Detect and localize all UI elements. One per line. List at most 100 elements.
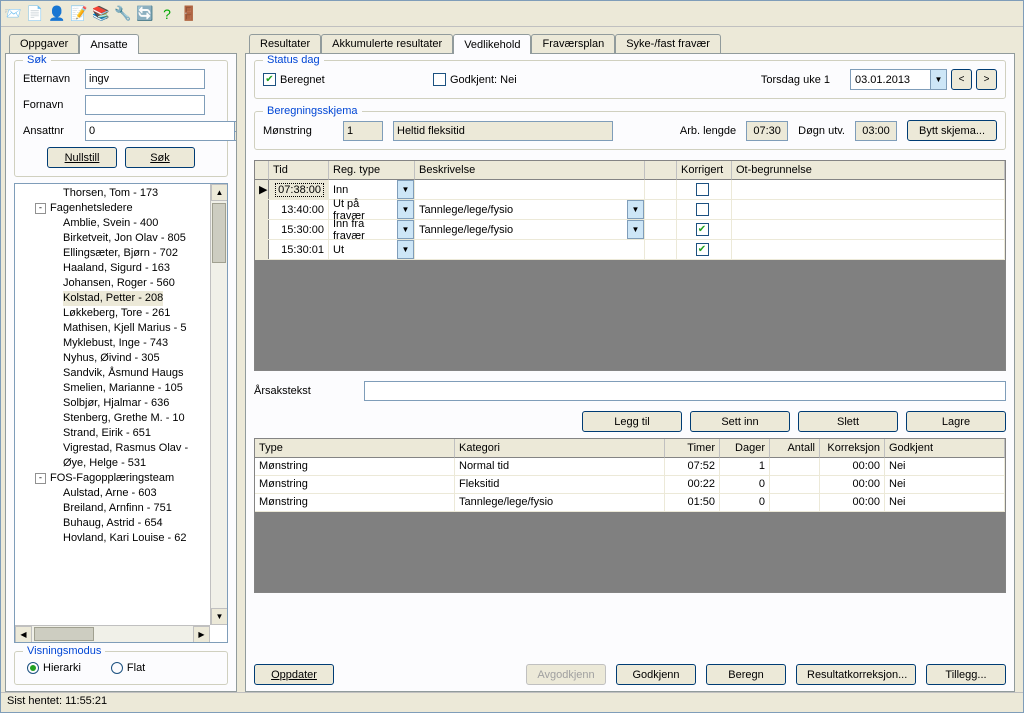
radio-hierarki[interactable]: Hierarki	[27, 662, 81, 674]
grid-row[interactable]: 15:30:01Ut▼✔	[255, 240, 1005, 260]
scroll-down-icon[interactable]: ▼	[211, 608, 228, 625]
col2-korreksjon[interactable]: Korreksjon	[820, 439, 885, 458]
tree-item[interactable]: Løkkeberg, Tore - 261	[15, 306, 227, 321]
date-next-button[interactable]: >	[976, 69, 997, 90]
tree-item[interactable]: Vigrestad, Rasmus Olav -	[15, 441, 227, 456]
radio-flat[interactable]: Flat	[111, 662, 145, 674]
scroll-right-icon[interactable]: ▶	[193, 626, 210, 643]
user-icon[interactable]: 👤	[49, 6, 65, 22]
new-icon[interactable]: 📄	[27, 6, 43, 22]
korrigert-checkbox[interactable]	[696, 183, 709, 196]
col2-type[interactable]: Type	[255, 439, 455, 458]
oppdater-button[interactable]: Oppdater	[254, 664, 334, 685]
wrench-icon[interactable]: 🔧	[115, 6, 131, 22]
regtype-combo[interactable]: Ut▼	[329, 240, 414, 259]
tree-hscroll[interactable]: ◀ ▶	[15, 625, 210, 642]
grid-row[interactable]: 15:30:00Inn fra fravær▼Tannlege/lege/fys…	[255, 220, 1005, 240]
tree-item[interactable]: Smelien, Marianne - 105	[15, 381, 227, 396]
col-beskrivelse[interactable]: Beskrivelse	[415, 161, 645, 180]
date-input[interactable]	[850, 69, 930, 90]
refresh-icon[interactable]: 🔄	[137, 6, 153, 22]
tree-item[interactable]: Nyhus, Øivind - 305	[15, 351, 227, 366]
tree-vscroll[interactable]: ▲ ▼	[210, 184, 227, 625]
tree-item[interactable]: Myklebust, Inge - 743	[15, 336, 227, 351]
scroll-left-icon[interactable]: ◀	[15, 626, 32, 643]
tree-item[interactable]: Mathisen, Kjell Marius - 5	[15, 321, 227, 336]
tab-fravaersplan[interactable]: Fraværsplan	[531, 34, 615, 53]
tab-vedlikehold[interactable]: Vedlikehold	[453, 34, 531, 54]
lagre-button[interactable]: Lagre	[906, 411, 1006, 432]
tree-item[interactable]: Sandvik, Åsmund Haugs	[15, 366, 227, 381]
tree-expand-icon[interactable]: -	[35, 473, 46, 484]
tree-expand-icon[interactable]: -	[35, 203, 46, 214]
beregn-button[interactable]: Beregn	[706, 664, 786, 685]
tree-item[interactable]: Hovland, Kari Louise - 62	[15, 531, 227, 546]
chevron-down-icon[interactable]: ▼	[627, 220, 644, 239]
col2-kategori[interactable]: Kategori	[455, 439, 665, 458]
col-korrigert[interactable]: Korrigert	[677, 161, 732, 180]
tab-ansatte[interactable]: Ansatte	[79, 34, 138, 54]
tree-item[interactable]: Buhaug, Astrid - 654	[15, 516, 227, 531]
tab-oppgaver[interactable]: Oppgaver	[9, 34, 79, 53]
godkjenn-button[interactable]: Godkjenn	[616, 664, 696, 685]
tree-item[interactable]: Ellingsæter, Bjørn - 702	[15, 246, 227, 261]
col-regtype[interactable]: Reg. type	[329, 161, 415, 180]
beregnet-checkbox[interactable]: ✔Beregnet	[263, 73, 433, 86]
korrigert-checkbox[interactable]	[696, 203, 709, 216]
col-tid[interactable]: Tid	[269, 161, 329, 180]
tree-item[interactable]: Strand, Eirik - 651	[15, 426, 227, 441]
chevron-down-icon[interactable]: ▼	[397, 220, 414, 239]
summary-row[interactable]: MønstringFleksitid00:22000:00Nei	[255, 476, 1005, 494]
tab-sykefast[interactable]: Syke-/fast fravær	[615, 34, 721, 53]
edit-form-icon[interactable]: 📝	[71, 6, 87, 22]
tillegg-button[interactable]: Tillegg...	[926, 664, 1006, 685]
tree-item[interactable]: Breiland, Arnfinn - 751	[15, 501, 227, 516]
scroll-up-icon[interactable]: ▲	[211, 184, 228, 201]
tree-item[interactable]: Thorsen, Tom - 173	[15, 186, 227, 201]
col2-antall[interactable]: Antall	[770, 439, 820, 458]
col2-godkjent[interactable]: Godkjent	[885, 439, 1005, 458]
tree-item[interactable]: Johansen, Roger - 560	[15, 276, 227, 291]
slett-button[interactable]: Slett	[798, 411, 898, 432]
arsak-input[interactable]	[364, 381, 1006, 401]
regtype-combo[interactable]: Ut på fravær▼	[329, 200, 414, 219]
tree-item[interactable]: Kolstad, Petter - 208	[15, 291, 227, 306]
chevron-down-icon[interactable]: ▼	[397, 240, 414, 259]
tree-item[interactable]: Solbjør, Hjalmar - 636	[15, 396, 227, 411]
godkjent-checkbox[interactable]: Godkjent: Nei	[433, 73, 761, 86]
tree-item[interactable]: Haaland, Sigurd - 163	[15, 261, 227, 276]
regtype-combo[interactable]: Inn▼	[329, 180, 414, 199]
chevron-down-icon[interactable]: ▼	[627, 200, 644, 219]
chevron-down-icon[interactable]: ▼	[397, 180, 414, 199]
korrigert-checkbox[interactable]: ✔	[696, 223, 709, 236]
help-icon[interactable]: ?	[159, 6, 175, 22]
summary-row[interactable]: MønstringTannlege/lege/fysio01:50000:00N…	[255, 494, 1005, 512]
date-picker[interactable]: ▼	[850, 69, 947, 90]
tree-item[interactable]: -Fagenhetsledere	[15, 201, 227, 216]
nullstill-button[interactable]: Nullstill	[47, 147, 117, 168]
employee-tree[interactable]: Thorsen, Tom - 173-FagenhetsledereAmblie…	[14, 183, 228, 643]
col2-dager[interactable]: Dager	[720, 439, 770, 458]
chevron-down-icon[interactable]: ▼	[930, 69, 947, 90]
ansattnr-input[interactable]	[85, 121, 234, 141]
korrigert-checkbox[interactable]: ✔	[696, 243, 709, 256]
regtype-combo[interactable]: Inn fra fravær▼	[329, 220, 414, 239]
tab-akkumulerte[interactable]: Akkumulerte resultater	[321, 34, 453, 53]
beskrivelse-combo[interactable]: Tannlege/lege/fysio▼	[415, 220, 644, 239]
resultatkorreksjon-button[interactable]: Resultatkorreksjon...	[796, 664, 916, 685]
bytt-skjema-button[interactable]: Bytt skjema...	[907, 120, 997, 141]
settinn-button[interactable]: Sett inn	[690, 411, 790, 432]
tree-item[interactable]: Stenberg, Grethe M. - 10	[15, 411, 227, 426]
tree-item[interactable]: Birketveit, Jon Olav - 805	[15, 231, 227, 246]
tree-item[interactable]: Amblie, Svein - 400	[15, 216, 227, 231]
tab-resultater[interactable]: Resultater	[249, 34, 321, 53]
fornavn-input[interactable]	[85, 95, 205, 115]
summary-row[interactable]: MønstringNormal tid07:52100:00Nei	[255, 458, 1005, 476]
col-otbegrunnelse[interactable]: Ot-begrunnelse	[732, 161, 1005, 180]
exit-icon[interactable]: 🚪	[181, 6, 197, 22]
chevron-down-icon[interactable]: ▼	[397, 200, 414, 219]
leggtil-button[interactable]: Legg til	[582, 411, 682, 432]
tree-item[interactable]: Aulstad, Arne - 603	[15, 486, 227, 501]
tree-item[interactable]: Øye, Helge - 531	[15, 456, 227, 471]
date-prev-button[interactable]: <	[951, 69, 972, 90]
